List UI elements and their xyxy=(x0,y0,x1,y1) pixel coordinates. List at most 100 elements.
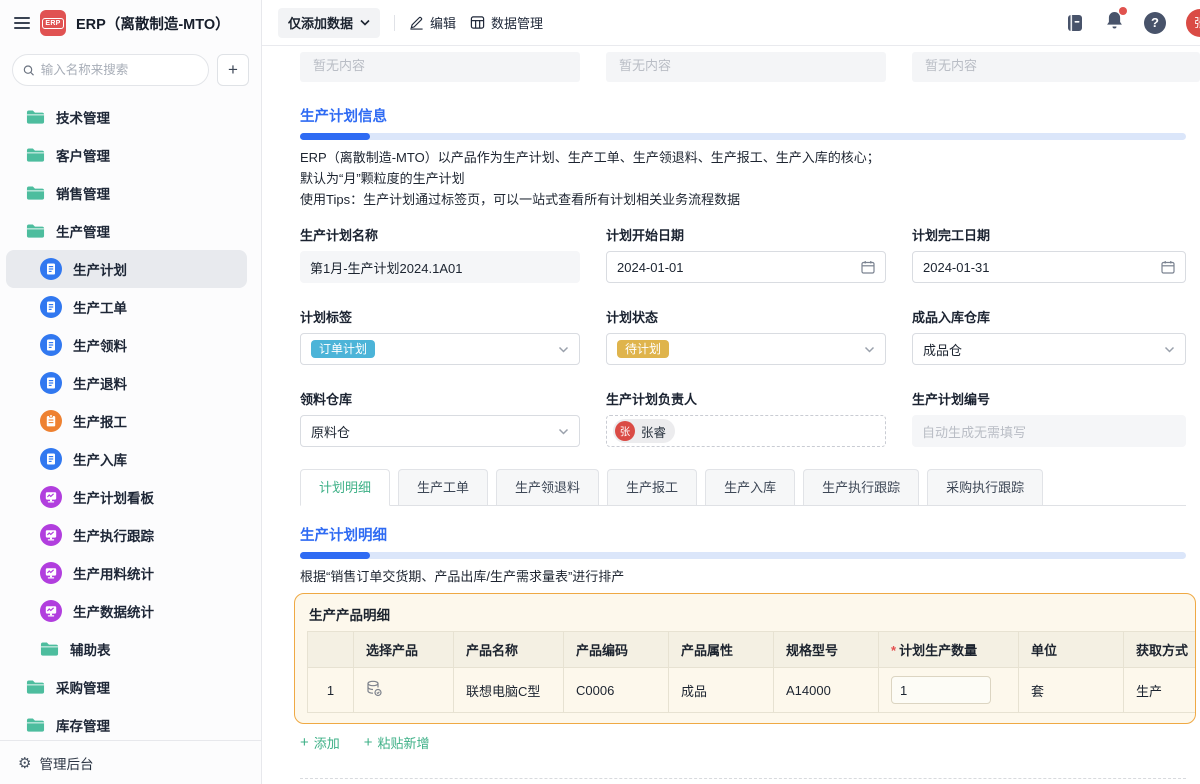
sidebar-item-label: 生产工单 xyxy=(73,297,127,317)
sidebar-item-label: 库存管理 xyxy=(56,715,110,735)
app-logo-text: ERP xyxy=(42,18,63,29)
plan-qty-input[interactable] xyxy=(891,676,991,704)
col-spec-model: 规格型号 xyxy=(774,632,879,668)
finished-goods-warehouse-select[interactable]: 成品仓 xyxy=(912,333,1186,365)
picking-warehouse-select[interactable]: 原料仓 xyxy=(300,415,580,447)
field-plan-name: 生产计划名称 第1月-生产计划2024.1A01 xyxy=(300,225,580,283)
sidebar-item-exec-tracking[interactable]: 生产执行跟踪 xyxy=(6,516,247,554)
sidebar-item-production-inbound[interactable]: 生产入库 xyxy=(6,440,247,478)
sidebar-item-customer-mgmt[interactable]: 客户管理 xyxy=(6,136,247,174)
plan-name-input[interactable]: 第1月-生产计划2024.1A01 xyxy=(300,251,580,283)
sidebar-item-material-return[interactable]: 生产退料 xyxy=(6,364,247,402)
sidebar-item-label: 生产数据统计 xyxy=(73,601,154,621)
folder-icon xyxy=(26,717,45,733)
toolbar-right: ? 张 xyxy=(1065,9,1200,37)
product-table-title: 生产产品明细 xyxy=(307,604,1183,624)
folder-icon xyxy=(26,185,45,201)
folder-icon xyxy=(26,147,45,163)
field-picking-warehouse: 领料仓库 原料仓 xyxy=(300,389,580,447)
plan-status-chip: 待计划 xyxy=(617,340,669,358)
sidebar-item-work-order[interactable]: 生产工单 xyxy=(6,288,247,326)
paste-add-link[interactable]: +粘贴新增 xyxy=(364,733,430,752)
view-mode-dropdown[interactable]: 仅添加数据 xyxy=(278,8,380,38)
sidebar-item-label: 客户管理 xyxy=(56,145,110,165)
sidebar-item-material-usage-stats[interactable]: 生产用料统计 xyxy=(6,554,247,592)
sidebar-item-material-picking[interactable]: 生产领料 xyxy=(6,326,247,364)
finished-goods-warehouse-value: 成品仓 xyxy=(923,340,962,359)
sidebar-item-inventory-mgmt[interactable]: 库存管理 xyxy=(6,706,247,740)
chevron-down-icon xyxy=(1164,346,1175,353)
edit-button[interactable]: 编辑 xyxy=(409,13,456,32)
finish-date-value: 2024-01-31 xyxy=(923,260,990,275)
sidebar-item-sales-mgmt[interactable]: 销售管理 xyxy=(6,174,247,212)
sidebar-item-plan-board[interactable]: 生产计划看板 xyxy=(6,478,247,516)
acquire-mode-cell: 生产 xyxy=(1124,668,1197,713)
sidebar-item-auxiliary-tables[interactable]: 辅助表 xyxy=(6,630,247,668)
field-label: 生产计划编号 xyxy=(912,389,1186,408)
empty-field-placeholder[interactable]: 暂无内容 xyxy=(606,52,886,82)
gear-icon: ⚙ xyxy=(18,754,31,772)
sidebar-item-production-mgmt[interactable]: 生产管理 xyxy=(6,212,247,250)
add-row-link[interactable]: +添加 xyxy=(300,733,340,752)
field-plan-status: 计划状态 待计划 xyxy=(606,307,886,365)
calendar-icon xyxy=(1161,260,1175,274)
detail-tabs: 计划明细生产工单生产领退料生产报工生产入库生产执行跟踪采购执行跟踪 xyxy=(300,469,1186,506)
tab-3[interactable]: 生产报工 xyxy=(607,469,697,505)
tab-plan-detail[interactable]: 计划明细 xyxy=(300,469,390,506)
address-book-icon[interactable] xyxy=(1065,13,1085,33)
col-acquire-mode: 获取方式 xyxy=(1124,632,1197,668)
add-app-item-button[interactable]: + xyxy=(217,54,249,86)
sidebar-item-purchase-mgmt[interactable]: 采购管理 xyxy=(6,668,247,706)
pencil-icon xyxy=(409,15,424,30)
owner-chip[interactable]: 张 张睿 xyxy=(613,419,675,443)
select-product-cell[interactable] xyxy=(354,668,454,713)
admin-console-label: 管理后台 xyxy=(39,753,93,773)
field-start-date: 计划开始日期 2024-01-01 xyxy=(606,225,886,283)
plan-status-select[interactable]: 待计划 xyxy=(606,333,886,365)
empty-fields-row: 暂无内容 暂无内容 暂无内容 xyxy=(300,52,1200,82)
form-grid: 生产计划名称 第1月-生产计划2024.1A01 计划开始日期 2024-01-… xyxy=(300,225,1186,447)
owner-member-field[interactable]: 张 张睿 xyxy=(606,415,886,447)
field-label: 计划状态 xyxy=(606,307,886,326)
data-manage-label: 数据管理 xyxy=(491,13,543,32)
data-manage-button[interactable]: 数据管理 xyxy=(470,13,543,32)
worksheet-icon xyxy=(40,258,62,280)
empty-field-placeholder[interactable]: 暂无内容 xyxy=(912,52,1200,82)
sidebar-item-label: 销售管理 xyxy=(56,183,110,203)
sidebar-item-label: 采购管理 xyxy=(56,677,110,697)
sidebar-item-label: 生产退料 xyxy=(73,373,127,393)
empty-field-placeholder[interactable]: 暂无内容 xyxy=(300,52,580,82)
tab-1[interactable]: 生产工单 xyxy=(398,469,488,505)
plan-tag-select[interactable]: 订单计划 xyxy=(300,333,580,365)
section-title-plan-detail: 生产计划明细 xyxy=(300,524,1200,545)
tab-2[interactable]: 生产领退料 xyxy=(496,469,599,505)
dashboard-icon xyxy=(40,600,62,622)
select-record-icon xyxy=(366,680,382,697)
sidebar-item-work-report[interactable]: 生产报工 xyxy=(6,402,247,440)
field-label: 领料仓库 xyxy=(300,389,580,408)
sidebar-item-tech-mgmt[interactable]: 技术管理 xyxy=(6,98,247,136)
plan-qty-cell xyxy=(879,668,1019,713)
menu-toggle-icon[interactable] xyxy=(14,17,30,29)
start-date-value: 2024-01-01 xyxy=(617,260,684,275)
section-detail-description: 根据“销售订单交货期、产品出库/生产需求量表”进行排产 xyxy=(300,566,1200,587)
help-button[interactable]: ? xyxy=(1144,12,1166,34)
start-date-input[interactable]: 2024-01-01 xyxy=(606,251,886,283)
tab-6[interactable]: 采购执行跟踪 xyxy=(927,469,1043,505)
desc-line: ERP（离散制造-MTO）以产品作为生产计划、生产工单、生产领退料、生产报工、生… xyxy=(300,147,1200,168)
field-finished-goods-warehouse: 成品入库仓库 成品仓 xyxy=(912,307,1186,365)
search-input[interactable] xyxy=(41,63,198,77)
section-progress-fill xyxy=(300,552,370,559)
sidebar-item-production-plan[interactable]: 生产计划 xyxy=(6,250,247,288)
tab-5[interactable]: 生产执行跟踪 xyxy=(803,469,919,505)
record-detail-content: 暂无内容 暂无内容 暂无内容 生产计划信息 ERP（离散制造-MTO）以产品作为… xyxy=(262,46,1200,784)
field-label: 计划标签 xyxy=(300,307,580,326)
tab-4[interactable]: 生产入库 xyxy=(705,469,795,505)
user-avatar[interactable]: 张 xyxy=(1186,9,1200,37)
finish-date-input[interactable]: 2024-01-31 xyxy=(912,251,1186,283)
notifications-button[interactable] xyxy=(1105,10,1124,35)
sidebar-item-production-data-stats[interactable]: 生产数据统计 xyxy=(6,592,247,630)
clipboard-icon xyxy=(40,410,62,432)
search-field[interactable] xyxy=(12,54,209,86)
admin-console-link[interactable]: ⚙ 管理后台 xyxy=(0,740,261,784)
